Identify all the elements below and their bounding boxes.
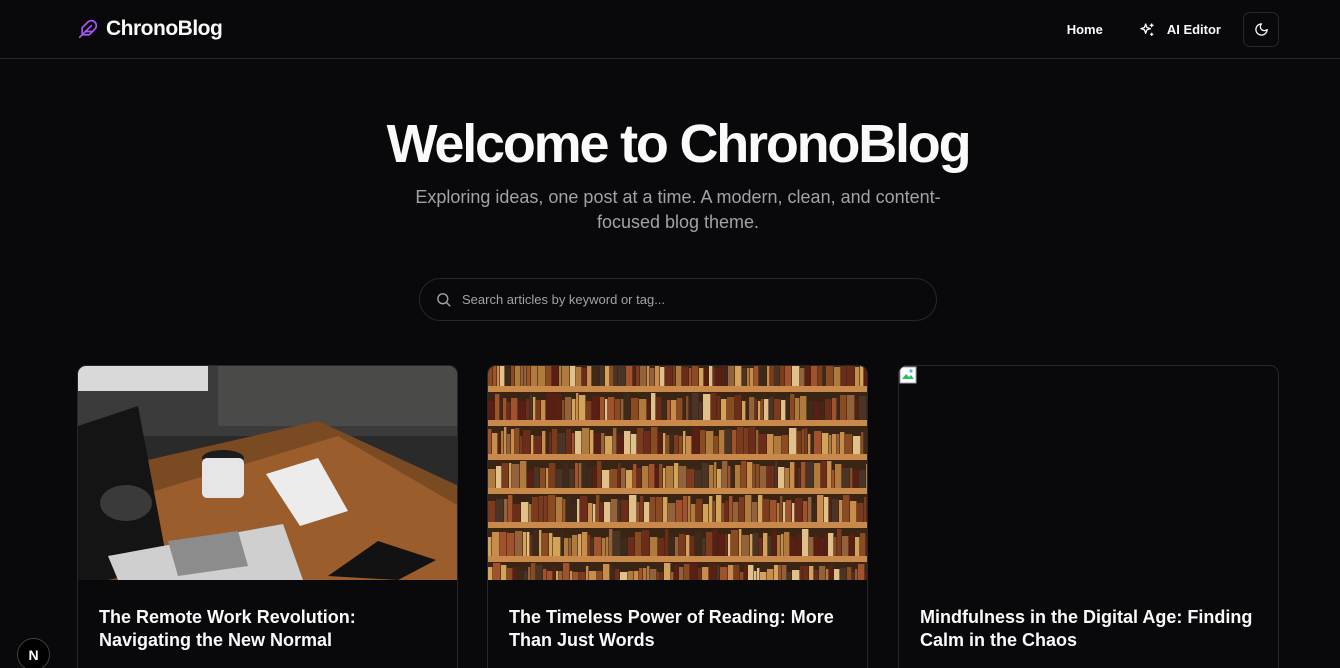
post-card[interactable]: The Timeless Power of Reading: More Than… bbox=[487, 365, 868, 668]
post-title[interactable]: The Timeless Power of Reading: More Than… bbox=[509, 606, 849, 652]
nav-ai-editor-link[interactable]: AI Editor bbox=[1125, 12, 1235, 47]
post-title[interactable]: Mindfulness in the Digital Age: Finding … bbox=[920, 606, 1260, 652]
search-bar[interactable] bbox=[419, 278, 937, 321]
brand-name: ChronoBlog bbox=[106, 17, 223, 40]
broken-image-icon bbox=[899, 366, 917, 384]
post-title[interactable]: The Remote Work Revolution: Navigating t… bbox=[99, 606, 439, 652]
theme-toggle-button[interactable] bbox=[1243, 12, 1279, 47]
feather-icon bbox=[78, 19, 98, 39]
main-nav: Home AI Editor bbox=[1053, 12, 1279, 47]
search-icon bbox=[434, 291, 452, 309]
brand-link[interactable]: ChronoBlog bbox=[78, 16, 223, 42]
post-image-workspace bbox=[78, 366, 457, 580]
moon-icon bbox=[1254, 22, 1269, 37]
hero-title: Welcome to ChronoBlog bbox=[386, 114, 972, 174]
post-image-broken bbox=[899, 366, 1278, 580]
post-image-bookshelf bbox=[488, 366, 867, 580]
nav-ai-editor-label: AI Editor bbox=[1166, 22, 1221, 37]
search-input[interactable] bbox=[462, 292, 902, 307]
post-card[interactable]: The Remote Work Revolution: Navigating t… bbox=[77, 365, 458, 668]
hero-subtitle: Exploring ideas, one post at a time. A m… bbox=[415, 187, 941, 232]
nav-home-link[interactable]: Home bbox=[1053, 12, 1117, 47]
dev-badge-button[interactable]: N bbox=[17, 638, 50, 668]
post-card[interactable]: Mindfulness in the Digital Age: Finding … bbox=[898, 365, 1279, 668]
sparkles-icon bbox=[1139, 22, 1155, 38]
site-header: ChronoBlog Home AI Editor bbox=[0, 0, 1340, 59]
